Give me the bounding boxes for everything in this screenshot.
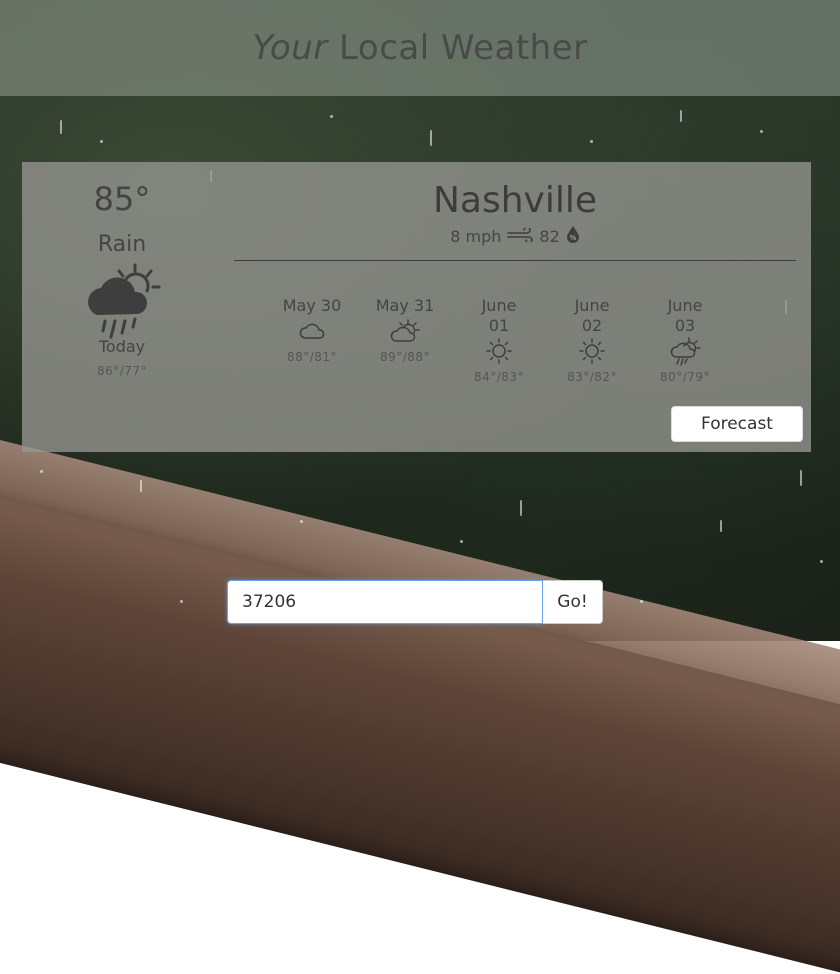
weather-panel: 85° Rain Today 86°/77° Nashville 8 mph 8… — [22, 162, 811, 452]
forecast-day-range: 89°/88° — [379, 350, 431, 364]
rain-streak — [800, 470, 802, 486]
forecast-day-number: 01 — [488, 316, 510, 335]
forecast-day-name: June — [667, 296, 703, 315]
rain-dot — [590, 140, 593, 143]
forecast-day-range: 80°/79° — [659, 370, 711, 384]
humidity-icon: % — [566, 225, 580, 247]
rain-streak — [430, 130, 432, 146]
rain-streak — [60, 120, 62, 134]
rain-dot — [640, 600, 643, 603]
current-temperature: 85° — [93, 180, 151, 218]
forecast-day-number: 03 — [674, 316, 696, 335]
divider — [234, 260, 796, 261]
rain-dot — [40, 470, 43, 473]
forecast-day: June 03 80°/79° — [645, 296, 725, 384]
forecast-day: June 01 84°/83° — [459, 296, 539, 384]
rain-streak — [680, 110, 682, 122]
current-temp-range: 86°/77° — [96, 364, 148, 378]
humidity-value: 82 — [539, 226, 560, 246]
forecast-button[interactable]: Forecast — [671, 406, 803, 442]
sun-icon — [552, 336, 632, 366]
forecast-day: May 30 88°/81° — [272, 296, 352, 364]
zip-input[interactable] — [227, 580, 543, 624]
city-name: Nashville — [432, 180, 598, 221]
page-title: Your Local Weather — [252, 28, 587, 68]
zip-search: Go! — [227, 580, 604, 626]
page-title-rest: Local Weather — [339, 28, 588, 68]
rain-dot — [760, 130, 763, 133]
rain-streak — [720, 520, 722, 532]
rain-dot — [300, 520, 303, 523]
forecast-day-name: June — [481, 296, 517, 315]
sun-icon — [459, 336, 539, 366]
forecast-day-number: 02 — [581, 316, 603, 335]
page-title-italic: Your — [252, 28, 328, 68]
svg-text:%: % — [569, 234, 576, 242]
rain-dot — [100, 140, 103, 143]
rain-dot — [460, 540, 463, 543]
wind-speed: 8 mph — [450, 226, 502, 246]
rain-cloud-icon — [72, 259, 172, 343]
location-block: Nashville 8 mph 82 % — [234, 180, 796, 247]
forecast-day-range: 83°/82° — [566, 370, 618, 384]
forecast-day-name: May 30 — [282, 296, 342, 315]
wind-humidity: 8 mph 82 % — [234, 225, 796, 247]
rain-streak — [520, 500, 522, 516]
rain-dot — [180, 600, 183, 603]
forecast-day-range: 88°/81° — [286, 350, 338, 364]
site-header: Your Local Weather — [0, 0, 840, 96]
forecast-day: June 02 83°/82° — [552, 296, 632, 384]
forecast-list: May 30 88°/81° May 31 89°/88° June 01 84… — [272, 296, 772, 406]
rain-dot — [330, 115, 333, 118]
forecast-day: May 31 89°/88° — [365, 296, 445, 364]
sun-rain-icon — [645, 336, 725, 366]
forecast-day-name: May 31 — [375, 296, 435, 315]
rain-dot — [820, 560, 823, 563]
forecast-day-range: 84°/83° — [473, 370, 525, 384]
current-weather: 85° Rain Today 86°/77° — [72, 180, 172, 378]
cloud-icon — [272, 316, 352, 346]
current-condition: Rain — [97, 232, 147, 257]
wind-icon — [507, 225, 534, 246]
forecast-day-name: June — [574, 296, 610, 315]
go-button[interactable]: Go! — [543, 580, 603, 624]
rain-streak — [140, 480, 142, 492]
partly-cloudy-icon — [365, 316, 445, 346]
